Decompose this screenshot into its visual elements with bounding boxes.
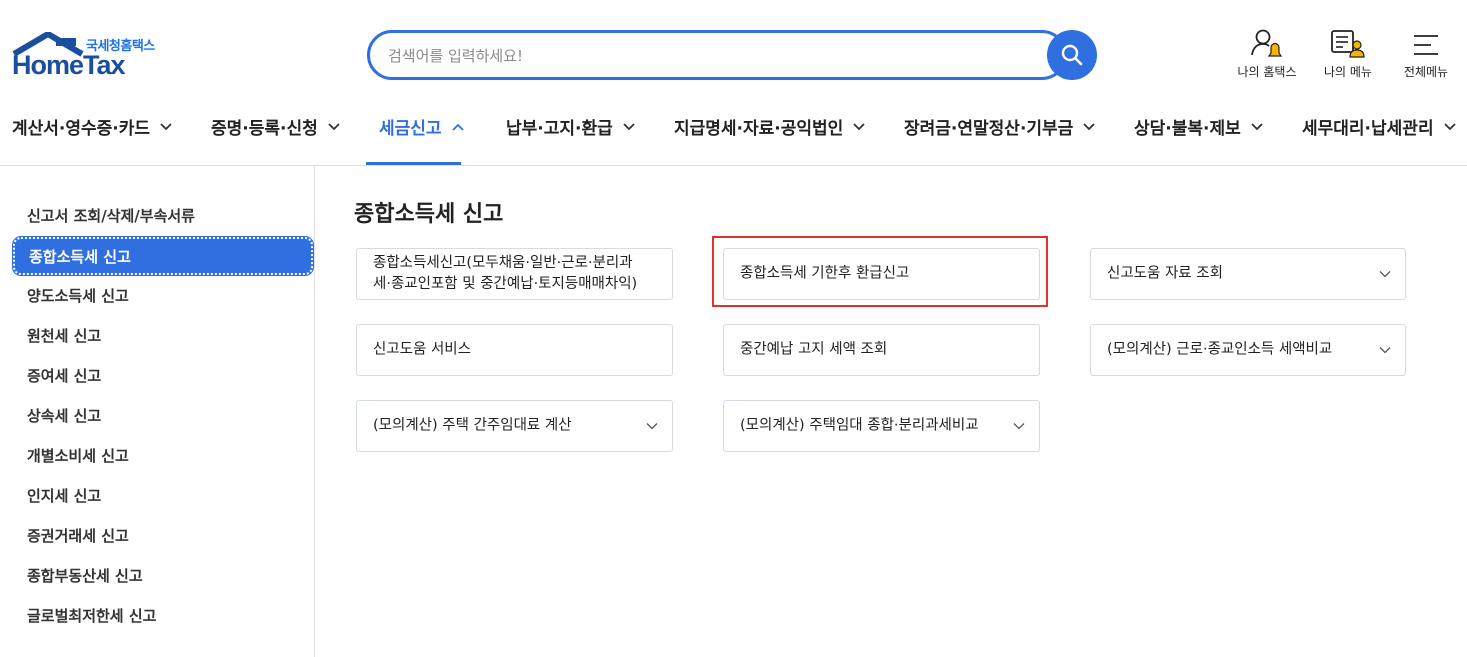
chevron-down-icon [1379, 271, 1391, 278]
utility-menu: 나의 홈택스 나의 메뉴 전체메뉴 [1227, 28, 1467, 84]
sidebar-item-gift-tax[interactable]: 증여세 신고 [27, 365, 101, 386]
search-button[interactable] [1047, 30, 1097, 80]
card-label: (모의계산) 근로·종교인소득 세액비교 [1107, 341, 1333, 358]
search-icon [1061, 44, 1083, 66]
card-label: 종합소득세신고(모두채움·일반·근로·분리과 세·종교인포함 및 중간예납·토지… [373, 253, 637, 295]
search-bar [367, 30, 1097, 80]
chevron-down-icon [1251, 122, 1263, 130]
logo-wordmark: HomeTax [12, 50, 126, 80]
gnb-item-tax-filing[interactable]: 세금신고 [379, 114, 464, 139]
card-label-line1: 종합소득세신고(모두채움·일반·근로·분리과 [373, 255, 633, 271]
hometax-logo[interactable]: 국세청홈택스 HomeTax [12, 32, 172, 82]
all-menu-label: 전체메뉴 [1403, 65, 1449, 79]
search-field[interactable] [367, 30, 1067, 80]
sidebar-item-transfer-tax[interactable]: 양도소득세 신고 [27, 285, 129, 306]
my-hometax-label: 나의 홈택스 [1237, 65, 1297, 79]
chevron-down-icon [1379, 347, 1391, 354]
gnb-item-invoice[interactable]: 계산서·영수증·카드 [12, 114, 172, 139]
sidebar-item-property-tax[interactable]: 종합부동산세 신고 [27, 565, 143, 586]
card-label: (모의계산) 주택 간주임대료 계산 [373, 417, 572, 434]
card-sim-deemed-rent[interactable]: (모의계산) 주택 간주임대료 계산 [356, 400, 673, 452]
my-hometax-link[interactable]: 나의 홈택스 [1227, 28, 1307, 80]
sidebar-item-lookup[interactable]: 신고서 조회/삭제/부속서류 [27, 205, 195, 226]
highlight-box [712, 236, 1048, 307]
gnb-label: 계산서·영수증·카드 [12, 119, 151, 139]
sidebar-item-inheritance-tax[interactable]: 상속세 신고 [27, 405, 101, 426]
gnb-label: 지급명세·자료·공익법인 [674, 119, 844, 139]
gnb-label: 세무대리·납세관리 [1302, 119, 1434, 139]
chevron-down-icon [1083, 122, 1095, 130]
sidebar-item-excise-tax[interactable]: 개별소비세 신고 [27, 445, 129, 466]
user-bell-icon [1251, 29, 1283, 57]
chevron-down-icon [1443, 122, 1456, 130]
hamburger-icon [1414, 35, 1438, 55]
sidebar-item-withholding-tax[interactable]: 원천세 신고 [27, 325, 101, 346]
card-sim-labor-religious[interactable]: (모의계산) 근로·종교인소득 세액비교 [1090, 324, 1406, 376]
gnb-label: 세금신고 [379, 119, 442, 139]
page-title: 종합소득세 신고 [354, 202, 504, 227]
chevron-up-icon [451, 123, 464, 131]
chevron-down-icon [328, 122, 340, 130]
card-label-line2: 세·종교인포함 및 중간예납·토지등매매차익) [373, 276, 638, 292]
my-menu-link[interactable]: 나의 메뉴 [1313, 28, 1383, 80]
gnb-item-consult[interactable]: 상담·불복·제보 [1134, 114, 1263, 139]
chevron-down-icon [853, 122, 865, 130]
sidebar-item-label: 종합소득세 신고 [29, 248, 131, 266]
chevron-down-icon [1013, 423, 1025, 430]
card-income-tax-filing[interactable]: 종합소득세신고(모두채움·일반·근로·분리과 세·종교인포함 및 중간예납·토지… [356, 248, 673, 300]
gnb-item-agent[interactable]: 세무대리·납세관리 [1302, 114, 1456, 139]
card-help-service[interactable]: 신고도움 서비스 [356, 324, 673, 376]
chevron-down-icon [623, 122, 635, 130]
card-label: 신고도움 자료 조회 [1107, 265, 1223, 282]
gnb-item-incentive[interactable]: 장려금·연말정산·기부금 [904, 114, 1095, 139]
gnb-label: 증명·등록·신청 [211, 119, 318, 139]
gnb-item-payment[interactable]: 납부·고지·환급 [506, 114, 635, 139]
search-input[interactable] [388, 45, 988, 67]
my-menu-label: 나의 메뉴 [1324, 65, 1372, 79]
global-nav: 계산서·영수증·카드 증명·등록·신청 세금신고 납부·고지·환급 지급명세·자… [0, 100, 1467, 166]
card-help-data-lookup[interactable]: 신고도움 자료 조회 [1090, 248, 1406, 300]
chevron-down-icon [646, 423, 658, 430]
card-interim-prepayment-lookup[interactable]: 중간예납 고지 세액 조회 [723, 324, 1040, 376]
card-label: 신고도움 서비스 [373, 341, 471, 358]
sidebar-item-stamp-tax[interactable]: 인지세 신고 [27, 485, 101, 506]
sidebar-item-global-min-tax[interactable]: 글로벌최저한세 신고 [27, 605, 156, 626]
card-label: 중간예납 고지 세액 조회 [740, 341, 888, 358]
my-menu-icon [1331, 30, 1365, 58]
gnb-label: 상담·불복·제보 [1134, 119, 1241, 139]
gnb-label: 납부·고지·환급 [506, 119, 613, 139]
gnb-item-certificate[interactable]: 증명·등록·신청 [211, 114, 340, 139]
gnb-label: 장려금·연말정산·기부금 [904, 119, 1074, 139]
chevron-down-icon [160, 122, 172, 130]
all-menu-link[interactable]: 전체메뉴 [1391, 28, 1461, 80]
sidebar-item-securities-tax[interactable]: 증권거래세 신고 [27, 525, 129, 546]
gnb-active-indicator [366, 162, 461, 165]
card-sim-housing-rental[interactable]: (모의계산) 주택임대 종합·분리과세비교 [723, 400, 1040, 452]
card-label: (모의계산) 주택임대 종합·분리과세비교 [740, 417, 979, 434]
sidebar-item-income-tax[interactable]: 종합소득세 신고 [12, 236, 314, 276]
gnb-item-statement[interactable]: 지급명세·자료·공익법인 [674, 114, 865, 139]
